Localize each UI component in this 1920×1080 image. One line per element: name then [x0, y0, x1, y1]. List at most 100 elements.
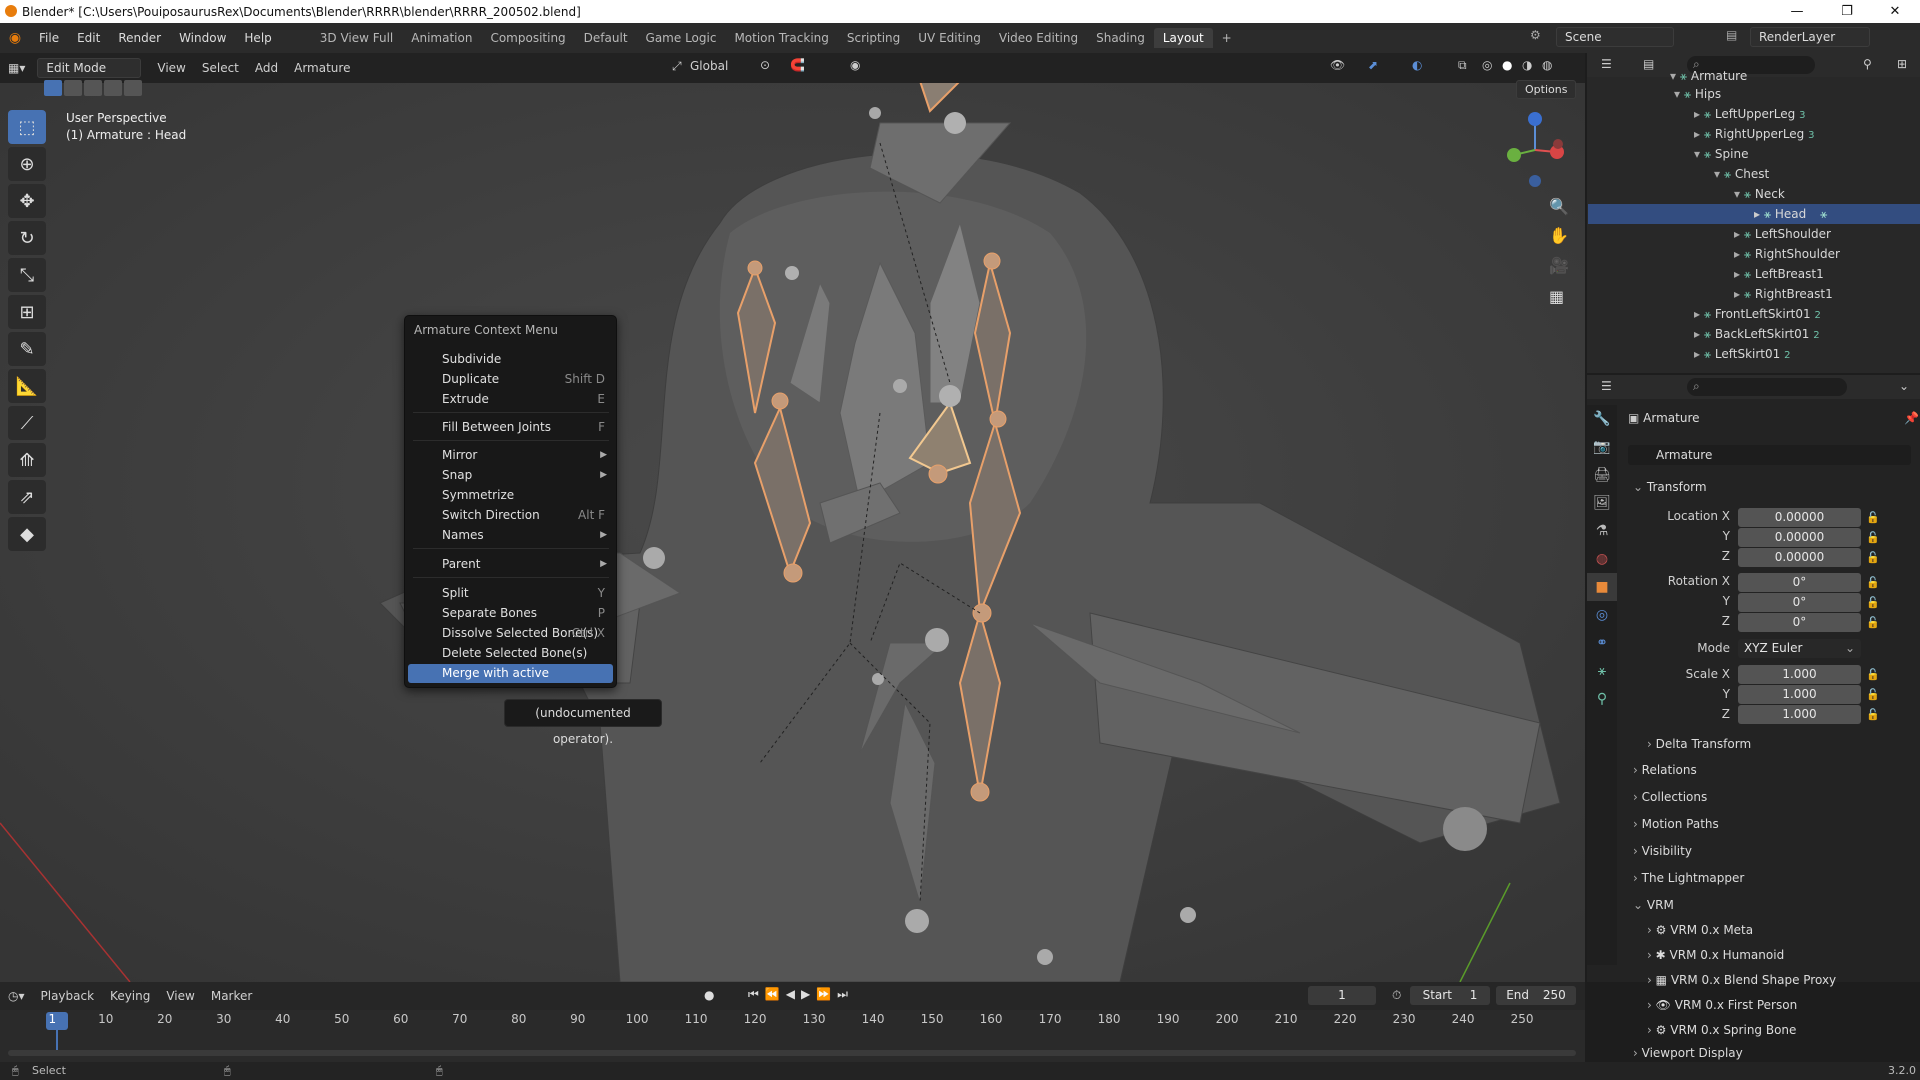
maximize-button[interactable]: ❐ — [1824, 0, 1870, 23]
tab-layout[interactable]: Layout — [1153, 28, 1213, 48]
relations-panel-header[interactable]: › Relations — [1633, 758, 1909, 782]
vrm-blendshape-subpanel[interactable]: › ▦ VRM 0.x Blend Shape Proxy — [1647, 968, 1920, 992]
measure-tool-icon[interactable]: 📐 — [8, 369, 46, 403]
object-tab-icon[interactable]: ■ — [1587, 573, 1617, 601]
tab-video-editing[interactable]: Video Editing — [990, 28, 1087, 48]
blender-menu-icon[interactable]: ◉ — [0, 30, 30, 46]
menu-item-extrude[interactable]: Extrude E — [408, 390, 613, 409]
outliner-row-leftupperleg[interactable]: ▸ ⚹ LeftUpperLeg 3 — [1694, 104, 1914, 124]
lock-icons[interactable]: 🔓 🔓 🔓 — [1866, 573, 1880, 633]
lock-icons[interactable]: 🔓 🔓 🔓 — [1866, 508, 1880, 568]
menu-help[interactable]: Help — [235, 31, 280, 45]
bone-size-tool-icon[interactable]: ⟰ — [8, 443, 46, 477]
outliner-row-frontleftskirt01[interactable]: ▸ ⚹ FrontLeftSkirt01 2 — [1694, 304, 1914, 324]
overlay-icon[interactable]: ◐ — [1412, 58, 1422, 72]
menu-item-split[interactable]: Split Y — [408, 584, 613, 603]
solid-shading-icon[interactable]: ● — [1502, 58, 1512, 72]
editor-type-icon[interactable]: ▦▾ — [0, 58, 33, 78]
outliner-editor-icon[interactable]: ☰ — [1601, 57, 1612, 71]
outliner-row-leftskirt01[interactable]: ▸ ⚹ LeftSkirt01 2 — [1694, 344, 1914, 364]
tab-game-logic[interactable]: Game Logic — [637, 28, 726, 48]
vrm-humanoid-subpanel[interactable]: › ✱ VRM 0.x Humanoid — [1647, 943, 1920, 967]
add-workspace-button[interactable]: + — [1213, 28, 1241, 48]
chevron-down-icon[interactable]: ⌄ — [1899, 379, 1909, 393]
select-extend-icon[interactable] — [64, 80, 82, 96]
clock-icon[interactable]: ⏱ — [1392, 988, 1401, 1003]
outliner-row-rightupperleg[interactable]: ▸ ⚹ RightUpperLeg 3 — [1694, 124, 1914, 144]
roll-tool-icon[interactable]: ⟋ — [8, 406, 46, 440]
constraints-tab-icon[interactable]: ⚭ — [1587, 629, 1617, 657]
object-name-field[interactable]: Armature — [1628, 445, 1911, 465]
timeline-view-menu[interactable]: View — [158, 986, 202, 1006]
vrm-meta-subpanel[interactable]: › ⚙ VRM 0.x Meta — [1647, 918, 1920, 942]
ortho-toggle-icon[interactable]: ▦ — [1549, 287, 1564, 306]
tab-compositing[interactable]: Compositing — [481, 28, 574, 48]
tool-tab-icon[interactable]: 🔧 — [1587, 405, 1617, 433]
visibility-panel-header[interactable]: › Visibility — [1633, 839, 1909, 863]
select-intersect-icon[interactable] — [124, 80, 142, 96]
navigation-gizmo[interactable] — [1500, 110, 1570, 190]
scene-tab-icon[interactable]: ⚗ — [1587, 517, 1617, 545]
scene-icon[interactable]: ⚙ — [1530, 28, 1541, 42]
gizmo-icon[interactable]: ⬈ — [1368, 58, 1378, 72]
menu-item-fill-between-joints[interactable]: Fill Between Joints F — [408, 418, 613, 437]
armature-data-tab-icon[interactable]: ⚹ — [1587, 657, 1617, 685]
world-tab-icon[interactable]: ◍ — [1587, 545, 1617, 573]
start-frame-field[interactable]: Start 1 — [1410, 986, 1490, 1005]
scene-selector[interactable]: Scene — [1556, 27, 1674, 47]
end-frame-field[interactable]: End 250 — [1496, 986, 1576, 1005]
rotation-y-field[interactable]: 0° — [1738, 593, 1861, 612]
outliner-row-neck[interactable]: ▾ ⚹ Neck — [1734, 184, 1914, 204]
marker-menu[interactable]: Marker — [203, 986, 260, 1006]
physics-tab-icon[interactable]: ◎ — [1587, 601, 1617, 629]
pan-hand-icon[interactable]: ✋ — [1549, 226, 1569, 245]
select-new-icon[interactable] — [44, 80, 62, 96]
current-frame-field[interactable]: 1 — [1308, 986, 1376, 1005]
select-invert-icon[interactable] — [104, 80, 122, 96]
close-button[interactable]: ✕ — [1872, 0, 1918, 23]
render-layer-icon[interactable]: ▤ — [1726, 28, 1737, 42]
tab-3d-view-full[interactable]: 3D View Full — [311, 28, 403, 48]
menu-item-dissolve-bones[interactable]: Dissolve Selected Bone(s) Ctrl X — [408, 624, 613, 643]
timeline-editor-icon[interactable]: ◷▾ — [0, 986, 33, 1006]
scale-tool-icon[interactable]: ⤡ — [8, 258, 46, 292]
tab-default[interactable]: Default — [575, 28, 637, 48]
outliner-row-leftshoulder[interactable]: ▸ ⚹ LeftShoulder — [1734, 224, 1914, 244]
select-menu[interactable]: Select — [194, 58, 247, 78]
outliner-row-leftbreast1[interactable]: ▸ ⚹ LeftBreast1 — [1734, 264, 1914, 284]
menu-file[interactable]: File — [30, 31, 68, 45]
menu-item-duplicate[interactable]: Duplicate Shift D — [408, 370, 613, 389]
minimize-button[interactable]: — — [1774, 0, 1820, 23]
3d-viewport[interactable] — [0, 83, 1585, 982]
tab-animation[interactable]: Animation — [402, 28, 481, 48]
menu-item-switch-direction[interactable]: Switch Direction Alt F — [408, 506, 613, 525]
select-box-tool-icon[interactable]: ⬚ — [8, 110, 46, 144]
menu-item-delete-bones[interactable]: Delete Selected Bone(s) — [408, 644, 613, 663]
pin-icon[interactable]: 📌 — [1904, 411, 1919, 425]
select-subtract-icon[interactable] — [84, 80, 102, 96]
menu-edit[interactable]: Edit — [68, 31, 109, 45]
view-layer-tab-icon[interactable]: 🖼 — [1587, 489, 1617, 517]
tab-shading[interactable]: Shading — [1087, 28, 1154, 48]
outliner-row-chest[interactable]: ▾ ⚹ Chest — [1714, 164, 1914, 184]
material-shading-icon[interactable]: ◑ — [1522, 58, 1532, 72]
menu-window[interactable]: Window — [170, 31, 235, 45]
collections-panel-header[interactable]: › Collections — [1633, 785, 1909, 809]
delta-transform-panel-header[interactable]: › Delta Transform — [1647, 732, 1920, 756]
location-y-field[interactable]: 0.00000 — [1738, 528, 1861, 547]
menu-item-parent[interactable]: Parent ▶ — [408, 555, 613, 574]
outliner-row-head[interactable]: ▸ ⚹ Head ⚹ — [1588, 204, 1920, 224]
display-mode-icon[interactable]: ▤ — [1643, 57, 1654, 71]
menu-item-symmetrize[interactable]: Symmetrize — [408, 486, 613, 505]
armature-menu[interactable]: Armature — [286, 58, 358, 78]
vrm-firstperson-subpanel[interactable]: › 👁 VRM 0.x First Person — [1647, 993, 1920, 1017]
lightmapper-panel-header[interactable]: › The Lightmapper — [1633, 866, 1909, 890]
menu-item-merge-with-active[interactable]: Merge with active — [408, 664, 613, 683]
location-z-field[interactable]: 0.00000 — [1738, 548, 1861, 567]
transform-tool-icon[interactable]: ⊞ — [8, 295, 46, 329]
add-menu[interactable]: Add — [247, 58, 286, 78]
menu-item-subdivide[interactable]: Subdivide — [408, 350, 613, 369]
cursor-tool-icon[interactable]: ⊕ — [8, 147, 46, 181]
record-icon[interactable]: ● — [704, 988, 714, 1002]
scale-z-field[interactable]: 1.000 — [1738, 705, 1861, 724]
